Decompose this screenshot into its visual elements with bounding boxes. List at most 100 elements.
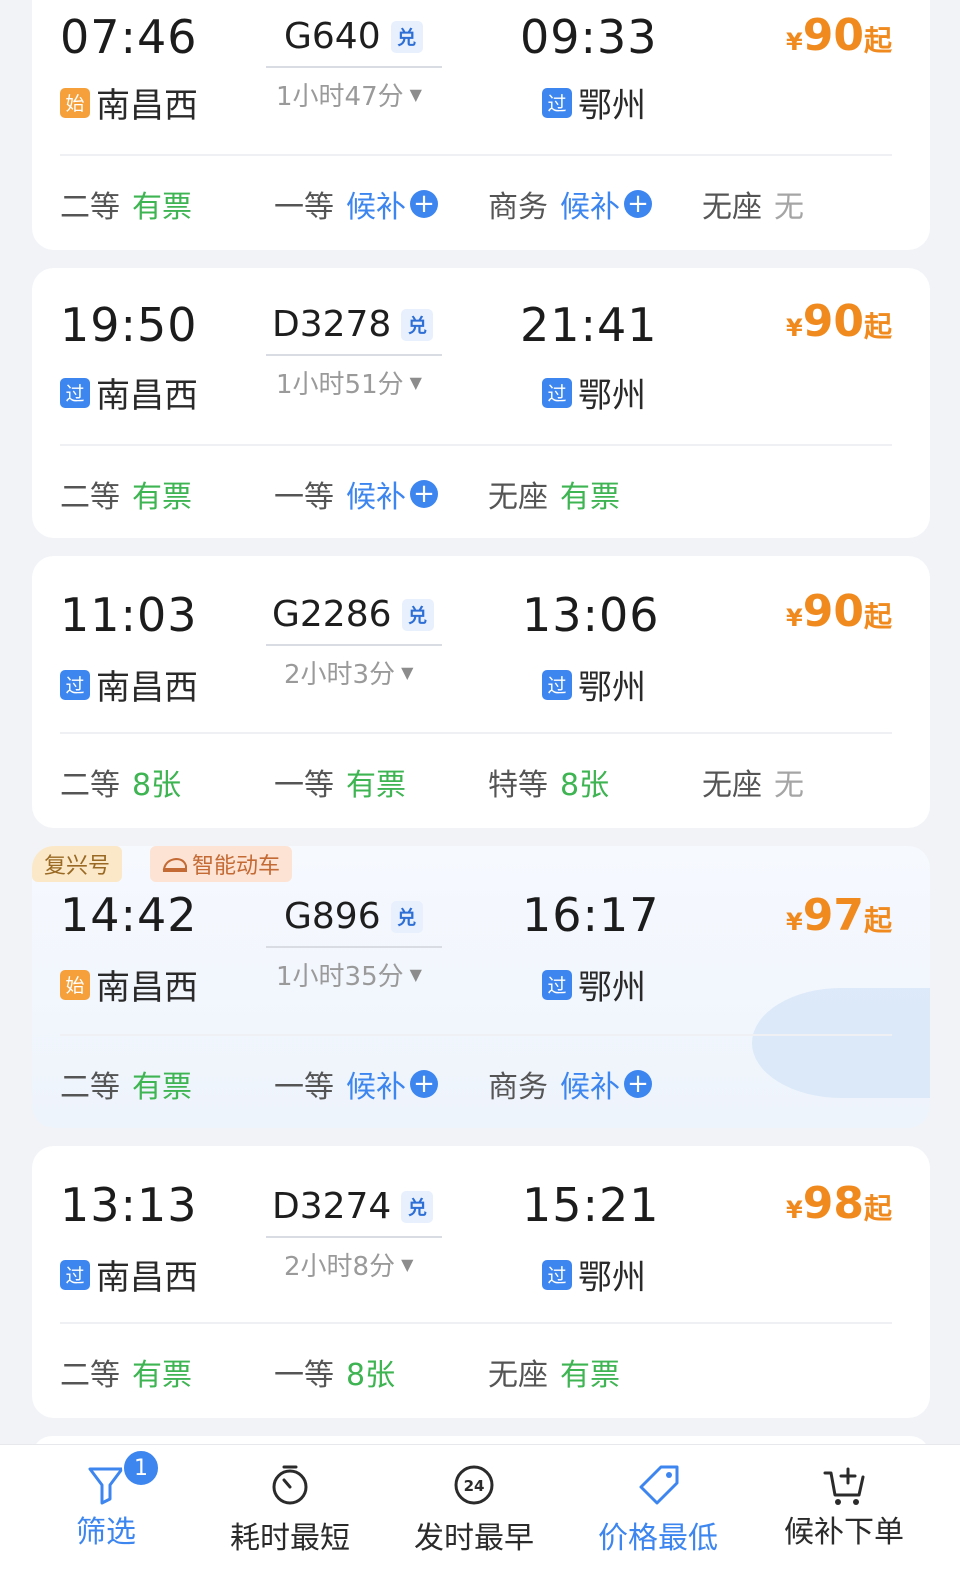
- departure-station: 过 南昌西: [60, 368, 198, 417]
- seat-second-class[interactable]: 二等 有票: [60, 472, 192, 516]
- departure-station-name: 南昌西: [96, 376, 198, 416]
- seat-premium-class[interactable]: 特等 8张: [488, 760, 609, 804]
- price: ¥90 起: [786, 586, 892, 637]
- filter-count-badge: 1: [122, 1449, 160, 1487]
- add-waitlist-icon[interactable]: +: [624, 190, 652, 218]
- seat-status: 有票: [132, 190, 192, 225]
- tab-filter[interactable]: 1 筛选: [10, 1445, 202, 1589]
- duration-text: 1小时47分: [276, 82, 404, 112]
- seat-status: 无: [774, 768, 804, 803]
- pass-through-badge: 过: [542, 377, 572, 408]
- seat-class: 二等: [60, 768, 120, 803]
- duration-text: 1小时35分: [276, 962, 404, 992]
- seat-first-class[interactable]: 一等 候补 +: [274, 472, 438, 516]
- add-waitlist-icon[interactable]: +: [410, 480, 438, 508]
- train-list: 07:46 始 南昌西 G640 兑 1小时47分 ▼ 09:33 过 鄂州 ¥9…: [0, 0, 960, 1466]
- price: ¥97 起: [786, 890, 892, 941]
- arrival-station: 过 鄂州: [542, 660, 646, 709]
- tab-label: 发时最早: [414, 1521, 534, 1556]
- travel-duration[interactable]: 1小时47分 ▼: [276, 76, 422, 113]
- train-card[interactable]: 07:46 始 南昌西 G640 兑 1小时47分 ▼ 09:33 过 鄂州 ¥9…: [32, 0, 930, 250]
- currency-symbol: ¥: [786, 28, 803, 56]
- seat-class: 无座: [488, 1358, 548, 1393]
- tab-shortest-duration[interactable]: 耗时最短: [194, 1445, 386, 1589]
- seat-status: 候补: [560, 1070, 620, 1105]
- train-number[interactable]: G2286 兑: [272, 594, 434, 635]
- seat-business-class[interactable]: 商务 候补 +: [488, 182, 652, 226]
- seat-no-seat[interactable]: 无座无: [702, 182, 804, 226]
- seat-first-class[interactable]: 一等 候补 +: [274, 182, 438, 226]
- train-card[interactable]: 19:50 过 南昌西 D3278 兑 1小时51分 ▼ 21:41 过 鄂州 ¥…: [32, 268, 930, 538]
- add-waitlist-icon[interactable]: +: [624, 1070, 652, 1098]
- seat-class: 二等: [60, 1358, 120, 1393]
- seat-second-class[interactable]: 二等 有票: [60, 1350, 192, 1394]
- currency-symbol: ¥: [786, 314, 803, 342]
- currency-symbol: ¥: [786, 604, 803, 632]
- departure-station: 过 南昌西: [60, 660, 198, 709]
- travel-duration[interactable]: 2小时3分 ▼: [284, 654, 413, 691]
- exchange-badge: 兑: [390, 20, 423, 53]
- seat-status: 有票: [560, 480, 620, 515]
- departure-station: 始 南昌西: [60, 78, 198, 127]
- seat-business-class[interactable]: 商务 候补 +: [488, 1062, 652, 1106]
- train-number-text: G896: [284, 896, 381, 937]
- arrival-time: 15:21: [522, 1178, 660, 1232]
- price-suffix: 起: [863, 24, 892, 57]
- seat-first-class[interactable]: 一等 候补 +: [274, 1062, 438, 1106]
- arrival-station-name: 鄂州: [578, 968, 646, 1008]
- train-card[interactable]: 复兴号 智能动车 14:42 始 南昌西 G896 兑 1小时35分 ▼ 16:1…: [32, 846, 930, 1128]
- caret-down-icon: ▼: [409, 965, 422, 984]
- tab-label: 价格最低: [598, 1521, 718, 1556]
- fuxing-decoration: [752, 988, 930, 1098]
- seat-no-seat[interactable]: 无座 有票: [488, 1350, 620, 1394]
- divider: [60, 444, 892, 446]
- price: ¥90 起: [786, 10, 892, 61]
- seat-first-class[interactable]: 一等 有票: [274, 760, 406, 804]
- funnel-icon: [88, 1467, 124, 1505]
- departure-time: 13:13: [60, 1178, 198, 1232]
- train-number[interactable]: G896 兑: [284, 896, 423, 937]
- seat-first-class[interactable]: 一等 8张: [274, 1350, 395, 1394]
- divider: [60, 1034, 892, 1036]
- tab-lowest-price[interactable]: 价格最低: [562, 1445, 754, 1589]
- arrival-station: 过 鄂州: [542, 1250, 646, 1299]
- train-number[interactable]: D3274 兑: [272, 1186, 434, 1227]
- train-number[interactable]: G640 兑: [284, 16, 423, 57]
- travel-duration[interactable]: 2小时8分 ▼: [284, 1246, 413, 1283]
- travel-duration[interactable]: 1小时35分 ▼: [276, 956, 422, 993]
- departure-time: 19:50: [60, 298, 198, 352]
- seat-second-class[interactable]: 二等 8张: [60, 760, 181, 804]
- seat-status: 8张: [346, 1358, 396, 1393]
- seat-second-class[interactable]: 二等 有票: [60, 1062, 192, 1106]
- train-card[interactable]: 13:13 过 南昌西 D3274 兑 2小时8分 ▼ 15:21 过 鄂州 ¥9…: [32, 1146, 930, 1418]
- duration-text: 1小时51分: [276, 370, 404, 400]
- pass-through-badge: 过: [542, 669, 572, 700]
- seat-no-seat[interactable]: 无座 有票: [488, 472, 620, 516]
- price-suffix: 起: [863, 310, 892, 343]
- seat-status: 候补: [346, 1070, 406, 1105]
- seat-class: 无座: [702, 768, 762, 803]
- arrival-time: 09:33: [520, 10, 658, 64]
- train-number-text: G2286: [272, 594, 392, 635]
- pass-through-badge: 过: [542, 87, 572, 118]
- seat-class: 一等: [274, 480, 334, 515]
- add-waitlist-icon[interactable]: +: [410, 190, 438, 218]
- departure-station: 始 南昌西: [60, 960, 198, 1009]
- seat-class: 二等: [60, 1070, 120, 1105]
- train-card[interactable]: 11:03 过 南昌西 G2286 兑 2小时3分 ▼ 13:06 过 鄂州 ¥9…: [32, 556, 930, 828]
- seat-status: 无: [774, 190, 804, 225]
- arrival-station-name: 鄂州: [578, 86, 646, 126]
- train-number[interactable]: D3278 兑: [272, 304, 434, 345]
- seat-no-seat[interactable]: 无座无: [702, 760, 804, 804]
- travel-duration[interactable]: 1小时51分 ▼: [276, 364, 422, 401]
- tab-label: 耗时最短: [230, 1521, 350, 1556]
- seat-class: 二等: [60, 190, 120, 225]
- tag-label: 智能动车: [192, 854, 281, 879]
- tab-waitlist-order[interactable]: 候补下单: [748, 1445, 940, 1589]
- divider: [60, 732, 892, 734]
- seat-class: 一等: [274, 190, 334, 225]
- add-waitlist-icon[interactable]: +: [410, 1070, 438, 1098]
- clock-24-text: 24: [464, 1477, 485, 1495]
- tab-earliest-departure[interactable]: 24 发时最早: [378, 1445, 570, 1589]
- seat-second-class[interactable]: 二等 有票: [60, 182, 192, 226]
